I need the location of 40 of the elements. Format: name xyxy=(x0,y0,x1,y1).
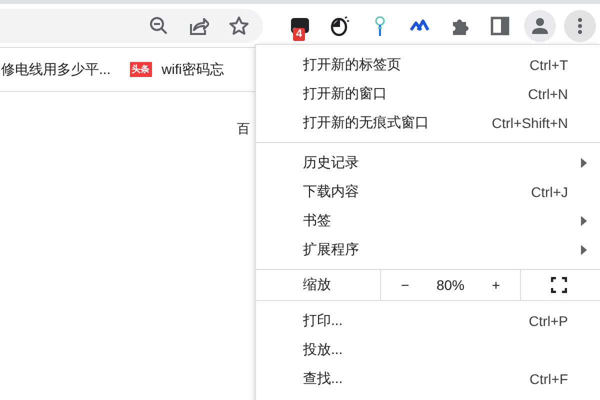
zoom-in-button[interactable]: + xyxy=(486,277,506,293)
side-panel-icon[interactable] xyxy=(490,16,510,36)
page-text: 百 xyxy=(237,121,250,136)
fullscreen-button[interactable] xyxy=(550,277,566,293)
menu-item[interactable]: 查找... Ctrl+F xyxy=(256,364,600,393)
submenu-arrow-icon xyxy=(581,158,587,168)
zoom-value: 80% xyxy=(436,277,465,293)
submenu-arrow-icon xyxy=(581,244,587,254)
menu-item[interactable]: 历史记录 xyxy=(256,148,600,177)
person-icon xyxy=(531,16,549,34)
tag-badge: 头条 xyxy=(130,62,152,77)
bookmark[interactable]: 修电线用多少平... xyxy=(1,60,111,78)
menu-item[interactable]: 打开新的窗口 Ctrl+N xyxy=(256,79,600,108)
menu-item[interactable]: 下载内容 Ctrl+J xyxy=(256,177,600,206)
shortcut-text: Ctrl+P xyxy=(528,312,568,328)
shortcut-text: Ctrl+T xyxy=(530,56,568,72)
menu-item[interactable]: 书签 xyxy=(256,206,600,235)
menu-item-label: 缩放 xyxy=(302,276,332,294)
shortcut-text: Ctrl+F xyxy=(530,370,568,386)
shortcut-text: Ctrl+J xyxy=(531,184,568,200)
zoom-out-icon[interactable] xyxy=(149,16,169,36)
menu-item[interactable]: 投放... xyxy=(256,335,600,364)
address-bar[interactable] xyxy=(0,8,263,42)
profile-button[interactable] xyxy=(524,10,556,42)
menu-item[interactable]: 扩展程序 xyxy=(256,235,600,264)
bookmark[interactable]: wifi密码忘 xyxy=(162,60,224,78)
shortcut-text: Ctrl+N xyxy=(528,86,568,102)
menu-item[interactable]: 打印... Ctrl+P xyxy=(256,306,600,335)
zoom-out-button[interactable]: − xyxy=(395,277,416,293)
bookmark-star-icon[interactable] xyxy=(229,16,249,36)
menu-button[interactable] xyxy=(564,10,596,42)
mouse-extension-icon[interactable] xyxy=(330,16,350,36)
menu-item[interactable]: 打开新的标签页 Ctrl+T xyxy=(256,50,600,79)
shortcut-text: Ctrl+Shift+N xyxy=(492,114,568,130)
more-icon xyxy=(578,18,582,34)
fullscreen-icon xyxy=(550,277,566,293)
count-badge: 4 xyxy=(293,28,306,40)
menu-item[interactable]: 打开新的无痕式窗口 Ctrl+Shift+N xyxy=(256,108,600,137)
submenu-arrow-icon xyxy=(581,216,587,226)
share-icon[interactable] xyxy=(189,16,209,36)
